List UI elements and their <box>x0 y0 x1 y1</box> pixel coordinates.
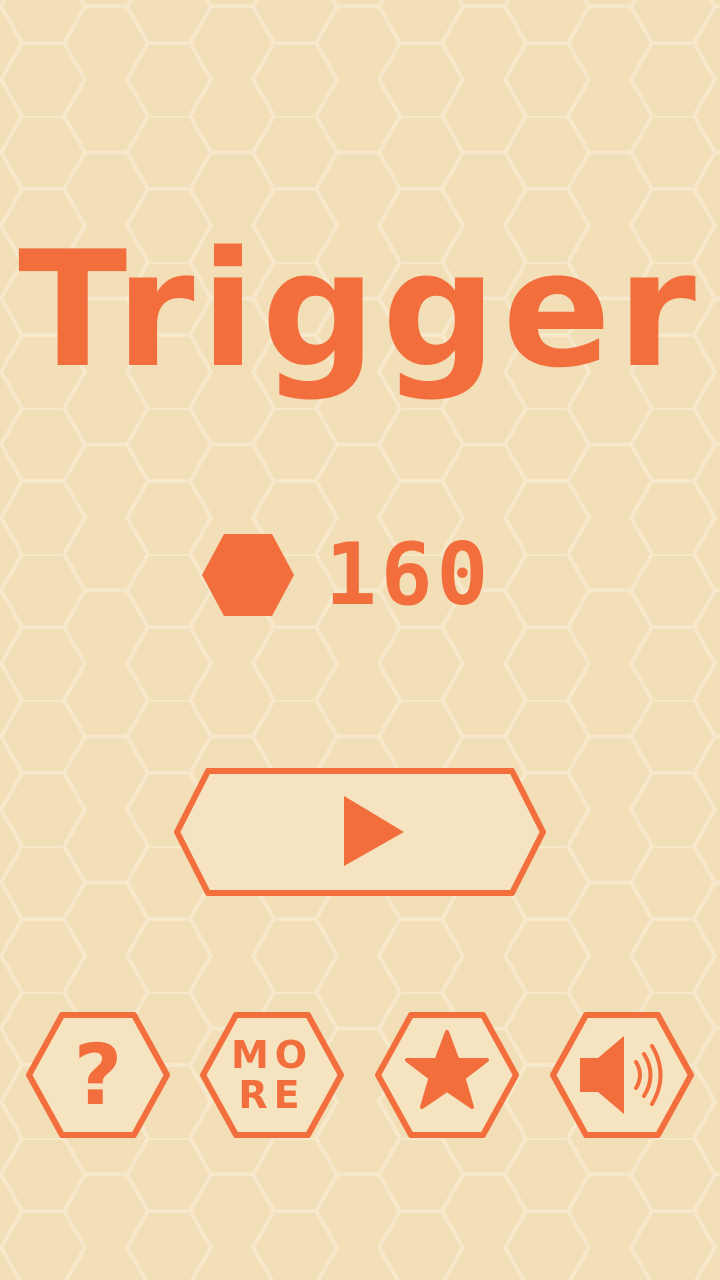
score-display: 160 <box>200 530 540 620</box>
more-label-line1: MO <box>230 1033 314 1077</box>
more-text-icon: MO RE <box>198 1010 346 1140</box>
main-menu-screen: Trigger 160 ? MO RE <box>0 0 720 1280</box>
hexagon-icon <box>202 534 294 616</box>
more-label-line2: RE <box>238 1073 306 1117</box>
sound-button[interactable] <box>548 1010 696 1140</box>
question-icon: ? <box>73 1026 123 1124</box>
more-games-button[interactable]: MO RE <box>198 1010 346 1140</box>
score-value: 160 <box>325 525 493 625</box>
help-button[interactable]: ? <box>24 1010 172 1140</box>
game-title: Trigger <box>18 216 702 403</box>
play-button[interactable] <box>172 766 548 898</box>
rate-button[interactable] <box>373 1010 521 1140</box>
